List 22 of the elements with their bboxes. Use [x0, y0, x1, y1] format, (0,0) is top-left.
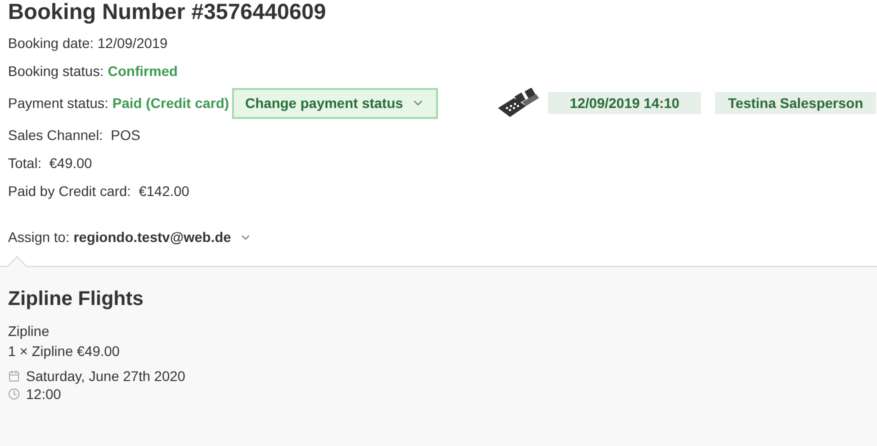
product-line: 1 × Zipline €49.00 — [8, 342, 121, 361]
clock-icon — [8, 388, 20, 400]
booking-status-label: Booking status: — [8, 62, 104, 81]
booking-date: Booking date: 12/09/2019 — [8, 34, 168, 53]
booking-title: Booking Number #3576440609 — [8, 0, 327, 24]
assign-label: Assign to: — [8, 228, 70, 247]
product-title: Zipline Flights — [8, 287, 145, 311]
product-time: 12:00 — [26, 385, 62, 403]
salesperson: Testina Salesperson — [715, 92, 876, 114]
change-payment-status-button[interactable]: Change payment status — [232, 88, 438, 118]
calendar-icon — [8, 370, 20, 382]
product-date: Saturday, June 27th 2020 — [26, 367, 186, 385]
booking-status-value: Confirmed — [108, 62, 178, 80]
pos-date-time: 12/09/2019 14:10 — [548, 92, 702, 114]
detail-text: Total: €49.00 — [8, 154, 92, 172]
detail-text: Paid by Credit card: €142.00 — [8, 182, 190, 201]
cash-register-icon — [496, 88, 540, 118]
product-option: Zipline — [8, 321, 869, 341]
payment-status-label: Payment status: — [8, 94, 108, 113]
assign-dropdown[interactable]: regiondo.testv@web.de — [73, 226, 252, 248]
detail-text: Sales Channel: POS — [8, 126, 140, 144]
payment-status-value: Paid (Credit card) — [112, 94, 230, 113]
